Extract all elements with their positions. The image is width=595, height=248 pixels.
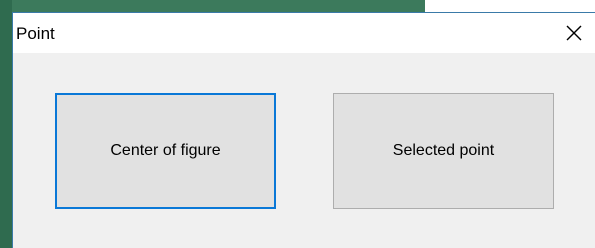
background-window-strip-light [425,0,595,12]
dialog-title: Point [16,24,55,43]
close-button[interactable] [557,17,591,49]
point-dialog: Point Center of figure Selected point [12,12,595,248]
screen: Point Center of figure Selected point [0,0,595,248]
center-of-figure-label: Center of figure [110,142,221,159]
title-bar: Point [13,13,595,53]
selected-point-button[interactable]: Selected point [333,93,554,209]
selected-point-label: Selected point [392,142,495,159]
background-window-strip [0,0,425,12]
center-of-figure-button[interactable]: Center of figure [55,93,276,209]
close-icon [566,25,582,41]
background-window-edge [0,0,12,248]
